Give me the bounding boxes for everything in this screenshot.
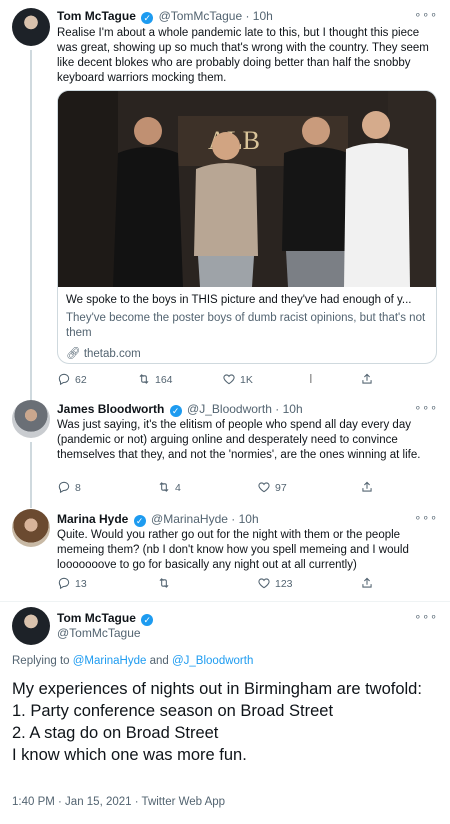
avatar[interactable] (12, 400, 50, 438)
card-image: ALB (58, 91, 436, 287)
verified-badge-icon: ✓ (133, 515, 146, 527)
more-icon[interactable]: ∘∘∘ (414, 610, 438, 623)
main-tweet-line: 1. Party conference season on Broad Stre… (12, 702, 334, 720)
share-icon (360, 372, 374, 386)
replying-to: Replying to @MarinaHyde and @J_Bloodwort… (12, 655, 253, 667)
main-tweet-line: 2. A stag do on Broad Street (12, 724, 219, 742)
author-name[interactable]: Marina Hyde (57, 512, 128, 526)
reply-button[interactable]: 62 (57, 372, 87, 386)
author-name[interactable]: Tom McTague (57, 9, 136, 23)
avatar[interactable] (12, 607, 50, 645)
retweet-button[interactable] (157, 576, 175, 590)
reply-count: 13 (75, 578, 87, 590)
tweet-timestamp[interactable]: 1:40 PM · Jan 15, 2021 · Twitter Web App (12, 796, 225, 808)
author-handle-row: @TomMcTague (57, 626, 141, 640)
tweet-time[interactable]: · 10h (231, 512, 258, 526)
author-handle[interactable]: @J_Bloodworth (187, 402, 272, 416)
link-card[interactable]: ALB We spoke to the boys in THIS (57, 90, 437, 364)
like-button[interactable]: 97 (257, 480, 287, 494)
retweet-count: 164 (155, 374, 173, 386)
replying-to-label: Replying to (12, 655, 73, 667)
like-button[interactable]: 123 (257, 576, 293, 590)
verified-badge-icon: ✓ (169, 405, 182, 417)
main-tweet-line: I know which one was more fun. (12, 746, 247, 764)
author-name-row: Tom McTague ✓ (57, 611, 155, 626)
tweet-text: Realise I'm about a whole pandemic late … (57, 27, 429, 84)
reply-button[interactable]: 13 (57, 576, 87, 590)
avatar[interactable] (12, 8, 50, 46)
card-domain: 🔗︎ thetab.com (66, 346, 430, 360)
tweet-header: James Bloodworth ✓ @J_Bloodworth · 10h (57, 402, 303, 417)
like-icon (257, 576, 271, 590)
thread-line (30, 50, 32, 392)
more-icon[interactable]: ∘∘∘ (414, 401, 438, 414)
replying-to-and: and (146, 655, 172, 667)
retweet-icon (137, 372, 151, 386)
retweet-button[interactable]: 4 (157, 480, 181, 494)
reply-icon (57, 576, 71, 590)
like-count: 1K (240, 374, 253, 386)
share-icon (360, 576, 374, 590)
tweet-2[interactable]: James Bloodworth ✓ @J_Bloodworth · 10h ∘… (0, 392, 450, 500)
tweet-1[interactable]: Tom McTague ✓ @TomMcTague · 10h ∘∘∘ Real… (0, 0, 450, 392)
retweet-count: 4 (175, 482, 181, 494)
main-tweet-text: My experiences of nights out in Birmingh… (12, 678, 432, 766)
like-count: 123 (275, 578, 293, 590)
like-icon (222, 372, 236, 386)
share-button[interactable] (360, 372, 378, 386)
verified-badge-icon: ✓ (141, 614, 154, 626)
reply-button[interactable]: 8 (57, 480, 81, 494)
thread-line-top (30, 392, 32, 400)
retweet-icon (157, 576, 171, 590)
tweet-time[interactable]: · 10h (245, 9, 272, 23)
card-title: We spoke to the boys in THIS picture and… (66, 294, 412, 306)
thread-line (30, 442, 32, 500)
like-icon (257, 480, 271, 494)
tweet-header: Marina Hyde ✓ @MarinaHyde · 10h (57, 512, 259, 527)
tweet-text: Quite. Would you rather go out for the n… (57, 529, 409, 571)
tweet-3[interactable]: Marina Hyde ✓ @MarinaHyde · 10h ∘∘∘ Quit… (0, 500, 450, 600)
author-handle[interactable]: @TomMcTague (159, 9, 243, 23)
author-name[interactable]: James Bloodworth (57, 402, 164, 416)
author-name[interactable]: Tom McTague (57, 611, 136, 625)
mention-link[interactable]: @J_Bloodworth (172, 655, 253, 667)
main-tweet-line: My experiences of nights out in Birmingh… (12, 680, 422, 698)
retweet-button[interactable]: 164 (137, 372, 173, 386)
card-domain-text: thetab.com (83, 348, 141, 360)
more-icon[interactable]: ∘∘∘ (414, 8, 438, 21)
more-icon[interactable]: ∘∘∘ (414, 511, 438, 524)
like-button[interactable]: 1K (222, 372, 253, 386)
tweet-text: Was just saying, it's the elitism of peo… (57, 419, 421, 461)
author-handle[interactable]: @TomMcTague (57, 626, 141, 640)
thread-line-top (30, 500, 32, 508)
reply-count: 8 (75, 482, 81, 494)
avatar[interactable] (12, 509, 50, 547)
verified-badge-icon: ✓ (141, 12, 154, 24)
like-count: 97 (275, 482, 287, 494)
tweet-header: Tom McTague ✓ @TomMcTague · 10h (57, 9, 273, 24)
mention-link[interactable]: @MarinaHyde (73, 655, 147, 667)
author-handle[interactable]: @MarinaHyde (151, 512, 228, 526)
share-button[interactable] (360, 480, 378, 494)
reply-icon (57, 480, 71, 494)
card-body: We spoke to the boys in THIS picture and… (66, 293, 430, 360)
reply-count: 62 (75, 374, 87, 386)
tweet-time[interactable]: · 10h (275, 402, 302, 416)
share-button[interactable] (360, 576, 378, 590)
card-description: They've become the poster boys of dumb r… (66, 312, 426, 339)
retweet-icon (157, 480, 171, 494)
share-icon (360, 480, 374, 494)
cursor-icon: I (309, 371, 313, 386)
reply-icon (57, 372, 71, 386)
link-icon: 🔗︎ (66, 348, 81, 360)
